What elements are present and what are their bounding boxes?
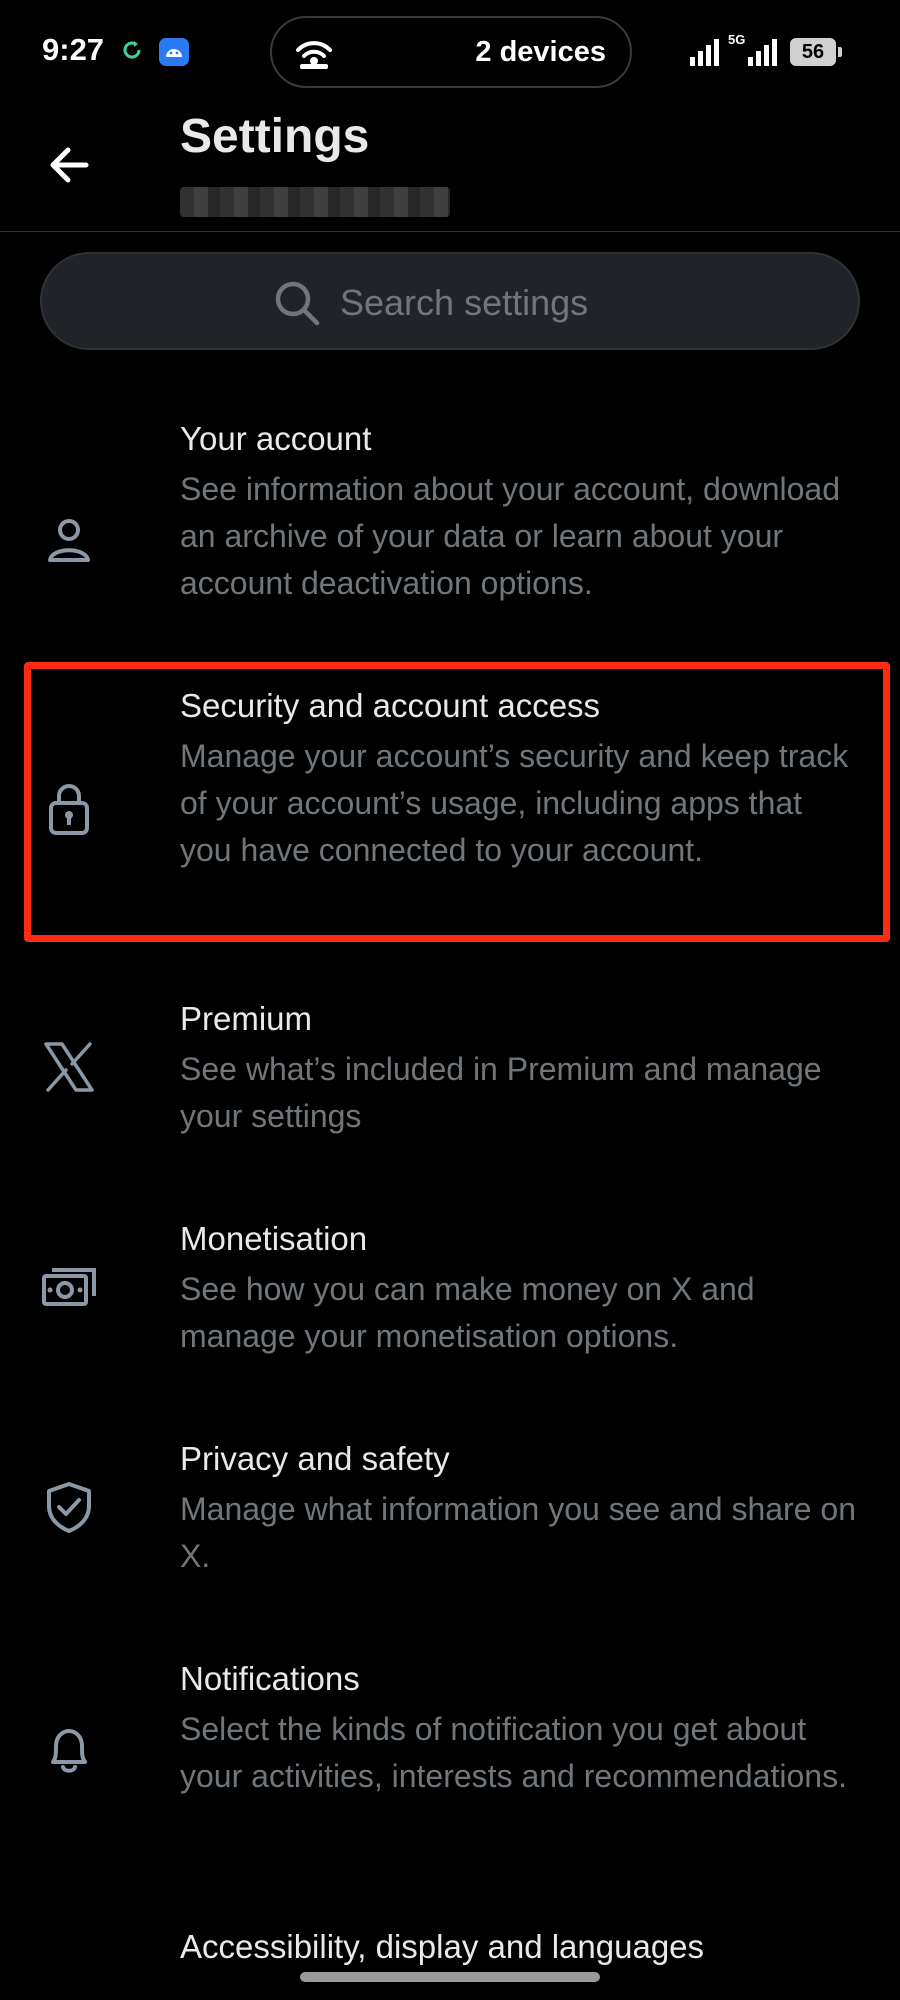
account-handle-redacted [180, 187, 450, 217]
settings-item-description: Manage your account’s security and keep … [180, 738, 849, 868]
connected-devices-pill[interactable]: 2 devices [270, 16, 632, 88]
network-type: 5G [728, 32, 746, 47]
settings-item-description: Manage what information you see and shar… [180, 1491, 856, 1574]
android-app-icon [159, 38, 189, 66]
search-icon [275, 281, 320, 326]
settings-item-description: See information about your account, down… [180, 471, 840, 601]
settings-item-description: Select the kinds of notification you get… [180, 1711, 847, 1794]
settings-screen: 9:27 2 devices 5G 56 Settings Search set… [0, 0, 900, 2000]
settings-item-title: Security and account access [180, 687, 601, 724]
status-bar: 9:27 2 devices 5G 56 [0, 0, 900, 105]
settings-item-title: Your account [180, 420, 372, 457]
settings-item-security[interactable]: Security and account access Manage your … [0, 687, 900, 967]
settings-item-description: See what’s included in Premium and manag… [180, 1051, 822, 1134]
money-icon [42, 1268, 96, 1306]
settings-item-title: Accessibility, display and languages [180, 1928, 705, 1965]
search-input[interactable] [340, 276, 820, 330]
lock-icon [49, 784, 89, 835]
settings-item-description: See how you can make money on X and mana… [180, 1271, 755, 1354]
top-app-bar: Settings [0, 105, 900, 232]
back-button[interactable] [40, 135, 100, 195]
battery-level: 56 [801, 41, 825, 63]
settings-item-your-account[interactable]: Your account See information about your … [0, 420, 900, 660]
settings-item-title: Monetisation [180, 1220, 368, 1257]
person-icon [48, 519, 90, 562]
settings-item-monetisation[interactable]: Monetisation See how you can make money … [0, 1220, 900, 1380]
devices-label: 2 devices [475, 36, 606, 68]
arrow-left-icon [50, 147, 89, 183]
signal-icon [690, 39, 719, 66]
bell-icon [51, 1729, 87, 1773]
settings-item-privacy[interactable]: Privacy and safety Manage what informati… [0, 1440, 900, 1600]
search-box[interactable] [40, 252, 860, 350]
shield-check-icon [47, 1482, 91, 1533]
sync-icon [123, 41, 141, 59]
home-indicator[interactable] [300, 1972, 600, 1982]
settings-item-title: Privacy and safety [180, 1440, 450, 1477]
hotspot-icon [296, 41, 332, 69]
settings-item-title: Premium [180, 1000, 313, 1037]
settings-item-title: Notifications [180, 1660, 360, 1697]
status-time: 9:27 [42, 32, 105, 67]
battery-icon: 56 [790, 38, 842, 66]
signal-icon-secondary [748, 39, 777, 66]
x-logo-icon [44, 1042, 94, 1092]
settings-item-premium[interactable]: Premium See what’s included in Premium a… [0, 1000, 900, 1160]
settings-item-notifications[interactable]: Notifications Select the kinds of notifi… [0, 1660, 900, 1860]
page-title: Settings [180, 110, 370, 163]
